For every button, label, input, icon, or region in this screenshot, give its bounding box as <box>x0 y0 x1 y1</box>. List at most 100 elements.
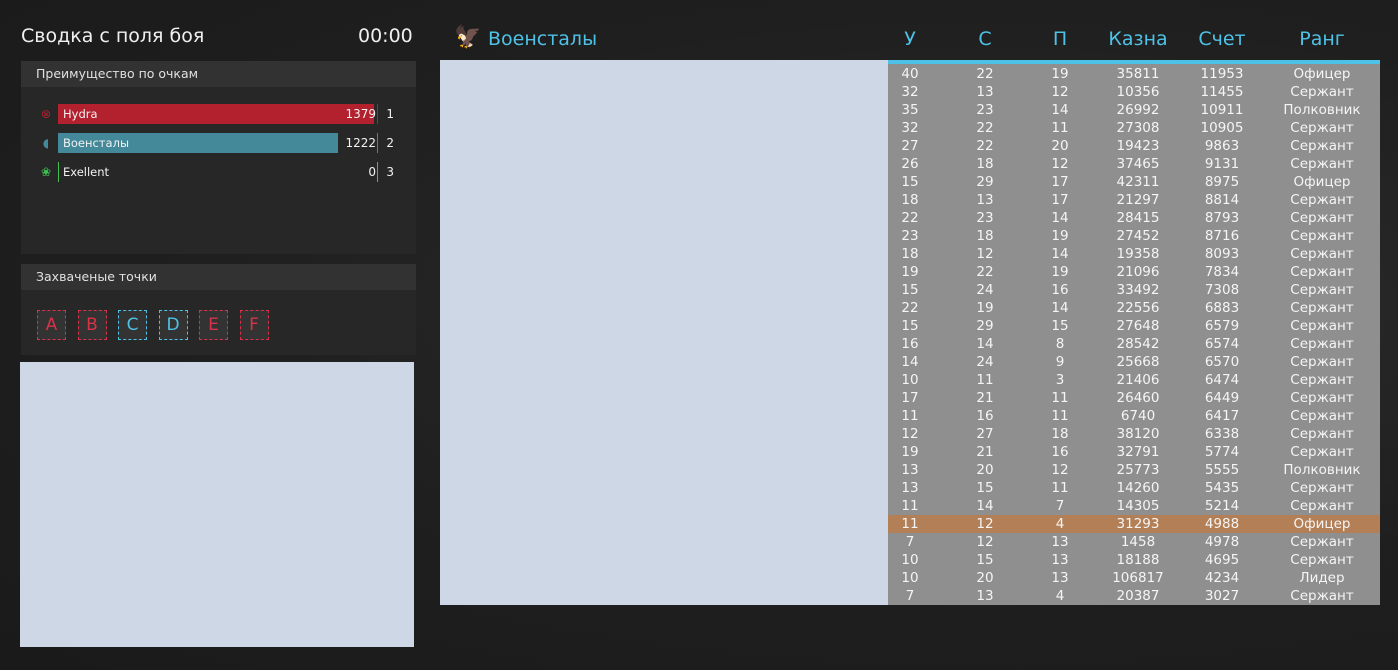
team-rank-separator <box>377 162 378 182</box>
table-row[interactable]: 15 24 16 33492 7308 Сержант <box>888 281 1380 299</box>
column-header-kills[interactable]: У <box>890 28 930 50</box>
cell-rank: Сержант <box>1290 390 1354 406</box>
team-bar-start <box>58 162 59 182</box>
table-row[interactable]: 26 18 12 37465 9131 Сержант <box>888 155 1380 173</box>
cell-assists: 17 <box>1051 192 1069 208</box>
table-row[interactable]: 32 13 12 10356 11455 Сержант <box>888 83 1380 101</box>
cell-kills: 35 <box>901 102 919 118</box>
team-name: Exellent <box>63 165 110 179</box>
table-row[interactable]: 10 20 13 106817 4234 Лидер <box>888 569 1380 587</box>
cell-kills: 19 <box>901 264 919 280</box>
cell-assists: 4 <box>1055 588 1065 604</box>
cell-kills: 13 <box>901 480 919 496</box>
eagle-icon: 🦅 <box>454 25 482 50</box>
capture-point-c: C <box>118 310 147 340</box>
cell-assists: 14 <box>1051 102 1069 118</box>
table-row[interactable]: 19 22 19 21096 7834 Сержант <box>888 263 1380 281</box>
cell-assists: 15 <box>1051 318 1069 334</box>
table-accent-line <box>888 60 1380 64</box>
cell-score: 3027 <box>1204 588 1240 604</box>
column-header-treasury[interactable]: Казна <box>1098 28 1178 50</box>
cell-score: 6574 <box>1204 336 1240 352</box>
table-row[interactable]: 18 12 14 19358 8093 Сержант <box>888 245 1380 263</box>
capture-points-panel: Захваченые точки ABCDEF <box>21 264 416 355</box>
table-row[interactable]: 27 22 20 19423 9863 Сержант <box>888 137 1380 155</box>
table-row[interactable]: 40 22 19 35811 11953 Офицер <box>888 65 1380 83</box>
table-row[interactable]: 14 24 9 25668 6570 Сержант <box>888 353 1380 371</box>
table-row[interactable]: 22 19 14 22556 6883 Сержант <box>888 299 1380 317</box>
cell-deaths: 23 <box>976 210 994 226</box>
cell-deaths: 19 <box>976 300 994 316</box>
cell-deaths: 23 <box>976 102 994 118</box>
cell-score: 6579 <box>1204 318 1240 334</box>
cell-rank: Офицер <box>1293 516 1351 532</box>
team-name: Hydra <box>63 107 98 121</box>
cell-rank: Офицер <box>1293 66 1351 82</box>
cell-rank: Сержант <box>1290 120 1354 136</box>
cell-treasury: 10356 <box>1116 84 1160 100</box>
table-row[interactable]: 12 27 18 38120 6338 Сержант <box>888 425 1380 443</box>
cell-score: 5435 <box>1204 480 1240 496</box>
cell-rank: Сержант <box>1290 84 1354 100</box>
table-row[interactable]: 10 11 3 21406 6474 Сержант <box>888 371 1380 389</box>
column-header-score[interactable]: Счет <box>1180 28 1264 50</box>
cell-assists: 11 <box>1051 120 1069 136</box>
cell-deaths: 29 <box>976 174 994 190</box>
team-rank: 1 <box>386 107 394 121</box>
cell-assists: 13 <box>1051 552 1069 568</box>
table-row[interactable]: 32 22 11 27308 10905 Сержант <box>888 119 1380 137</box>
table-row[interactable]: 23 18 19 27452 8716 Сержант <box>888 227 1380 245</box>
cell-kills: 10 <box>901 372 919 388</box>
table-row[interactable]: 22 23 14 28415 8793 Сержант <box>888 209 1380 227</box>
table-row[interactable]: 13 20 12 25773 5555 Полковник <box>888 461 1380 479</box>
cell-deaths: 14 <box>976 336 994 352</box>
cell-assists: 20 <box>1051 138 1069 154</box>
cell-treasury: 21096 <box>1116 264 1160 280</box>
team-rank-separator <box>377 133 378 153</box>
table-row[interactable]: 19 21 16 32791 5774 Сержант <box>888 443 1380 461</box>
cell-rank: Лидер <box>1299 570 1345 586</box>
cell-deaths: 21 <box>976 390 994 406</box>
table-row[interactable]: 7 13 4 20387 3027 Сержант <box>888 587 1380 605</box>
cell-assists: 9 <box>1055 354 1065 370</box>
table-row[interactable]: 15 29 17 42311 8975 Офицер <box>888 173 1380 191</box>
cell-assists: 11 <box>1051 408 1069 424</box>
column-header-assists[interactable]: П <box>1040 28 1080 50</box>
cell-kills: 40 <box>901 66 919 82</box>
cell-score: 7308 <box>1204 282 1240 298</box>
table-row[interactable]: 16 14 8 28542 6574 Сержант <box>888 335 1380 353</box>
cell-score: 9863 <box>1204 138 1240 154</box>
table-row[interactable]: 11 16 11 6740 6417 Сержант <box>888 407 1380 425</box>
cell-rank: Сержант <box>1290 138 1354 154</box>
cell-kills: 27 <box>901 138 919 154</box>
table-row[interactable]: 17 21 11 26460 6449 Сержант <box>888 389 1380 407</box>
cell-rank: Сержант <box>1290 372 1354 388</box>
table-row[interactable]: 10 15 13 18188 4695 Сержант <box>888 551 1380 569</box>
table-row-current-player[interactable]: 11 12 4 31293 4988 Офицер <box>888 515 1380 533</box>
table-row[interactable]: 13 15 11 14260 5435 Сержант <box>888 479 1380 497</box>
cell-treasury: 27308 <box>1116 120 1160 136</box>
table-row[interactable]: 18 13 17 21297 8814 Сержант <box>888 191 1380 209</box>
cell-kills: 14 <box>901 354 919 370</box>
team-row: ◖ Военсталы 1222 2 <box>38 133 398 153</box>
cell-assists: 19 <box>1051 66 1069 82</box>
cell-kills: 23 <box>901 228 919 244</box>
capture-point-e: E <box>199 310 228 340</box>
table-row[interactable]: 7 12 13 1458 4978 Сержант <box>888 533 1380 551</box>
table-row[interactable]: 15 29 15 27648 6579 Сержант <box>888 317 1380 335</box>
table-row[interactable]: 35 23 14 26992 10911 Полковник <box>888 101 1380 119</box>
cell-score: 10911 <box>1200 102 1244 118</box>
column-header-rank[interactable]: Ранг <box>1270 28 1374 50</box>
cell-deaths: 20 <box>976 462 994 478</box>
cell-treasury: 37465 <box>1116 156 1160 172</box>
column-header-deaths[interactable]: С <box>965 28 1005 50</box>
cell-rank: Сержант <box>1290 246 1354 262</box>
cell-kills: 18 <box>901 246 919 262</box>
cell-score: 4988 <box>1204 516 1240 532</box>
cell-assists: 18 <box>1051 426 1069 442</box>
cell-deaths: 22 <box>976 120 994 136</box>
team-rank-separator <box>377 104 378 124</box>
table-row[interactable]: 11 14 7 14305 5214 Сержант <box>888 497 1380 515</box>
cell-kills: 22 <box>901 300 919 316</box>
cell-assists: 16 <box>1051 444 1069 460</box>
